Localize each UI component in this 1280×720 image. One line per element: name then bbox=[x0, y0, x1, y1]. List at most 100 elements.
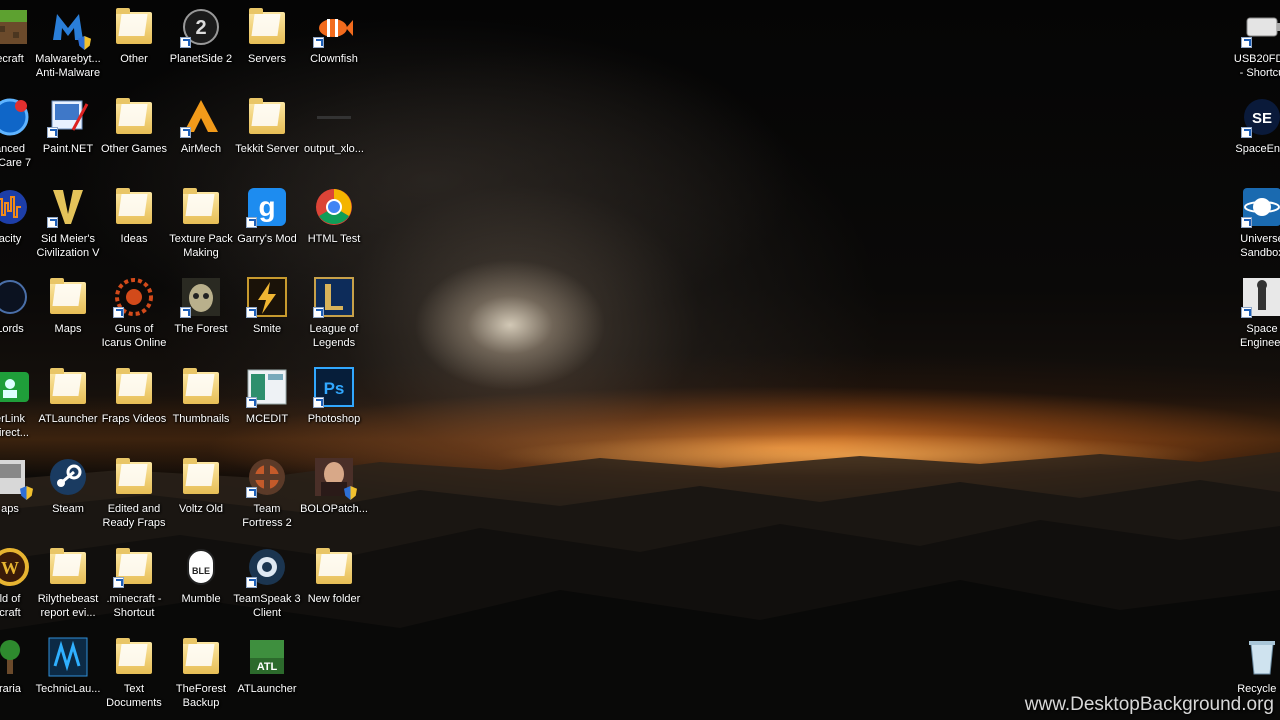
desktop-icon-universe-sandbox[interactable]: Universe Sandbox bbox=[1226, 186, 1280, 260]
desktop-icon-label: Thumbnails bbox=[172, 413, 230, 425]
photoshop-icon: Ps bbox=[313, 366, 355, 408]
folder-icon bbox=[113, 96, 155, 138]
folder-icon bbox=[180, 456, 222, 498]
desktop-icon-rilythebeast[interactable]: Rilythebeast report evi... bbox=[32, 546, 104, 620]
desktop-icon-output-xlo[interactable]: output_xlo... bbox=[298, 96, 370, 156]
desktop-icon-spaceengine[interactable]: SE SpaceEngi bbox=[1226, 96, 1280, 156]
shortcut-arrow-icon bbox=[313, 37, 324, 48]
desktop-icon-texture-pack[interactable]: Texture Pack Making bbox=[165, 186, 237, 260]
steam-icon bbox=[47, 456, 89, 498]
folder-icon bbox=[113, 6, 155, 48]
desktop-icon-label: Other Games bbox=[100, 143, 168, 155]
desktop-icon-smite[interactable]: Smite bbox=[231, 276, 303, 336]
desktop-icon-label: Ideas bbox=[120, 233, 148, 245]
smite-icon bbox=[246, 276, 288, 318]
desktop-icon-label: AirMech bbox=[180, 143, 222, 155]
svg-text:Ps: Ps bbox=[324, 379, 345, 398]
shortcut-arrow-icon bbox=[1241, 37, 1252, 48]
desktop-icon-other[interactable]: Other bbox=[98, 6, 170, 66]
desktop-icon-the-forest[interactable]: The Forest bbox=[165, 276, 237, 336]
desktop-icon-mumble[interactable]: BLE Mumble bbox=[165, 546, 237, 606]
lol-icon bbox=[313, 276, 355, 318]
pld-icon bbox=[0, 366, 31, 408]
desktop-icon-photoshop[interactable]: Ps Photoshop bbox=[298, 366, 370, 426]
folder-icon bbox=[180, 636, 222, 678]
desktop-icon-label: SpaceEngi bbox=[1235, 143, 1280, 155]
desktop-icon-label: Steam bbox=[52, 503, 84, 515]
watermark-text: www.DesktopBackground.org bbox=[1024, 694, 1274, 715]
desktop-icon-planetside2[interactable]: 2 PlanetSide 2 bbox=[165, 6, 237, 66]
desktop-icon-label: Photoshop bbox=[307, 413, 361, 425]
desktop-icon-mcedit[interactable]: MCEDIT bbox=[231, 366, 303, 426]
mc-icon bbox=[0, 6, 31, 48]
shortcut-arrow-icon bbox=[113, 307, 124, 318]
desktop-icon-label: ATLauncher bbox=[38, 413, 98, 425]
spaceeng-icon bbox=[1241, 276, 1280, 318]
desktop-icon-label: TechnicLau... bbox=[35, 683, 101, 695]
shortcut-arrow-icon bbox=[246, 307, 257, 318]
desktop-icon-steam[interactable]: Steam bbox=[32, 456, 104, 516]
atl-icon: ATL bbox=[246, 636, 288, 678]
desktop-icon-teamspeak3[interactable]: TeamSpeak 3 Client bbox=[231, 546, 303, 620]
desktop-icon-label: Servers bbox=[248, 53, 286, 65]
desktop-icon-label: Maps bbox=[54, 323, 82, 335]
desktop-icon-garrys-mod[interactable]: g Garry's Mod bbox=[231, 186, 303, 246]
desktop-icon-minecraft-shortcut[interactable]: .minecraft - Shortcut bbox=[98, 546, 170, 620]
desktop-icon-label: Space Engineer bbox=[1239, 323, 1280, 349]
technic-icon bbox=[47, 636, 89, 678]
desktop-icon-recycle-bin[interactable]: Recycle B bbox=[1226, 636, 1280, 696]
shortcut-arrow-icon bbox=[246, 217, 257, 228]
desktop-icon-label: HTML Test bbox=[307, 233, 361, 245]
desktop-icon-edited-fraps[interactable]: Edited and Ready Fraps bbox=[98, 456, 170, 530]
desktop-icon-fraps-videos[interactable]: Fraps Videos bbox=[98, 366, 170, 426]
desktop-icon-servers[interactable]: Servers bbox=[231, 6, 303, 66]
desktop-icon-tf2[interactable]: Team Fortress 2 bbox=[231, 456, 303, 530]
usandbox-icon bbox=[1241, 186, 1280, 228]
desktop-icon-paint-net[interactable]: Paint.NET bbox=[32, 96, 104, 156]
svg-text:ATL: ATL bbox=[257, 661, 278, 673]
desktop-icon-voltz-old[interactable]: Voltz Old bbox=[165, 456, 237, 516]
desktop-icon-maps[interactable]: Maps bbox=[32, 276, 104, 336]
forest-icon bbox=[180, 276, 222, 318]
desktop-icon-text-documents[interactable]: Text Documents bbox=[98, 636, 170, 710]
desktop-icon-usb20fd[interactable]: USB20FD ( - Shortcu bbox=[1226, 6, 1280, 80]
desktop-icon-clownfish[interactable]: Clownfish bbox=[298, 6, 370, 66]
desktop-icon-malwarebytes[interactable]: Malwarebyt... Anti-Malware bbox=[32, 6, 104, 80]
desktop-icon-league-of-legends[interactable]: League of Legends bbox=[298, 276, 370, 350]
malware-icon bbox=[47, 6, 91, 50]
shortcut-arrow-icon bbox=[180, 127, 191, 138]
desktop-icon-atlauncher-app[interactable]: ATL ATLauncher bbox=[231, 636, 303, 696]
desktop-icon-new-folder[interactable]: New folder bbox=[298, 546, 370, 606]
desktop-icon-label: League of Legends bbox=[309, 323, 359, 349]
folder-icon bbox=[113, 636, 155, 678]
desktop-icon-technic-launcher[interactable]: TechnicLau... bbox=[32, 636, 104, 696]
desktop-icon-label: Sid Meier's Civilization V bbox=[36, 233, 100, 259]
folder-icon bbox=[47, 276, 89, 318]
shortcut-arrow-icon bbox=[113, 577, 124, 588]
desktop-icon-html-test[interactable]: HTML Test bbox=[298, 186, 370, 246]
spaceengine-icon: SE bbox=[1241, 96, 1280, 138]
desktop-icon-tekkit-server[interactable]: Tekkit Server bbox=[231, 96, 303, 156]
desktop-icon-label: Texture Pack Making bbox=[169, 233, 233, 259]
desktop-icon-airmech[interactable]: AirMech bbox=[165, 96, 237, 156]
desktop-icon-label: Smite bbox=[252, 323, 282, 335]
desktop-icon-other-games[interactable]: Other Games bbox=[98, 96, 170, 156]
desktop-icon-thumbnails[interactable]: Thumbnails bbox=[165, 366, 237, 426]
wow-icon: W bbox=[0, 546, 31, 588]
desktop-icon-atlauncher-folder[interactable]: ATLauncher bbox=[32, 366, 104, 426]
desktop-icon-civ5[interactable]: Sid Meier's Civilization V bbox=[32, 186, 104, 260]
shortcut-arrow-icon bbox=[313, 307, 324, 318]
desktop-icon-label: Rilythebeast report evi... bbox=[37, 593, 99, 619]
recycle-icon bbox=[1241, 636, 1280, 678]
ps2-icon: 2 bbox=[180, 6, 222, 48]
desktop-icon-guns-of-icarus[interactable]: Guns of Icarus Online bbox=[98, 276, 170, 350]
desktop-icon-theforest-backup[interactable]: TheForest Backup bbox=[165, 636, 237, 710]
desktop-icon-ideas[interactable]: Ideas bbox=[98, 186, 170, 246]
shortcut-arrow-icon bbox=[246, 397, 257, 408]
desktop-icon-label: Tekkit Server bbox=[235, 143, 299, 155]
desktop-icon-label: Clownfish bbox=[310, 53, 358, 65]
desktop-icon-space-engineers[interactable]: Space Engineer bbox=[1226, 276, 1280, 350]
desktop-icon-label: TheForest Backup bbox=[175, 683, 227, 709]
folder-icon bbox=[113, 456, 155, 498]
desktop-icon-bolopatch[interactable]: BOLOPatch... bbox=[298, 456, 370, 516]
